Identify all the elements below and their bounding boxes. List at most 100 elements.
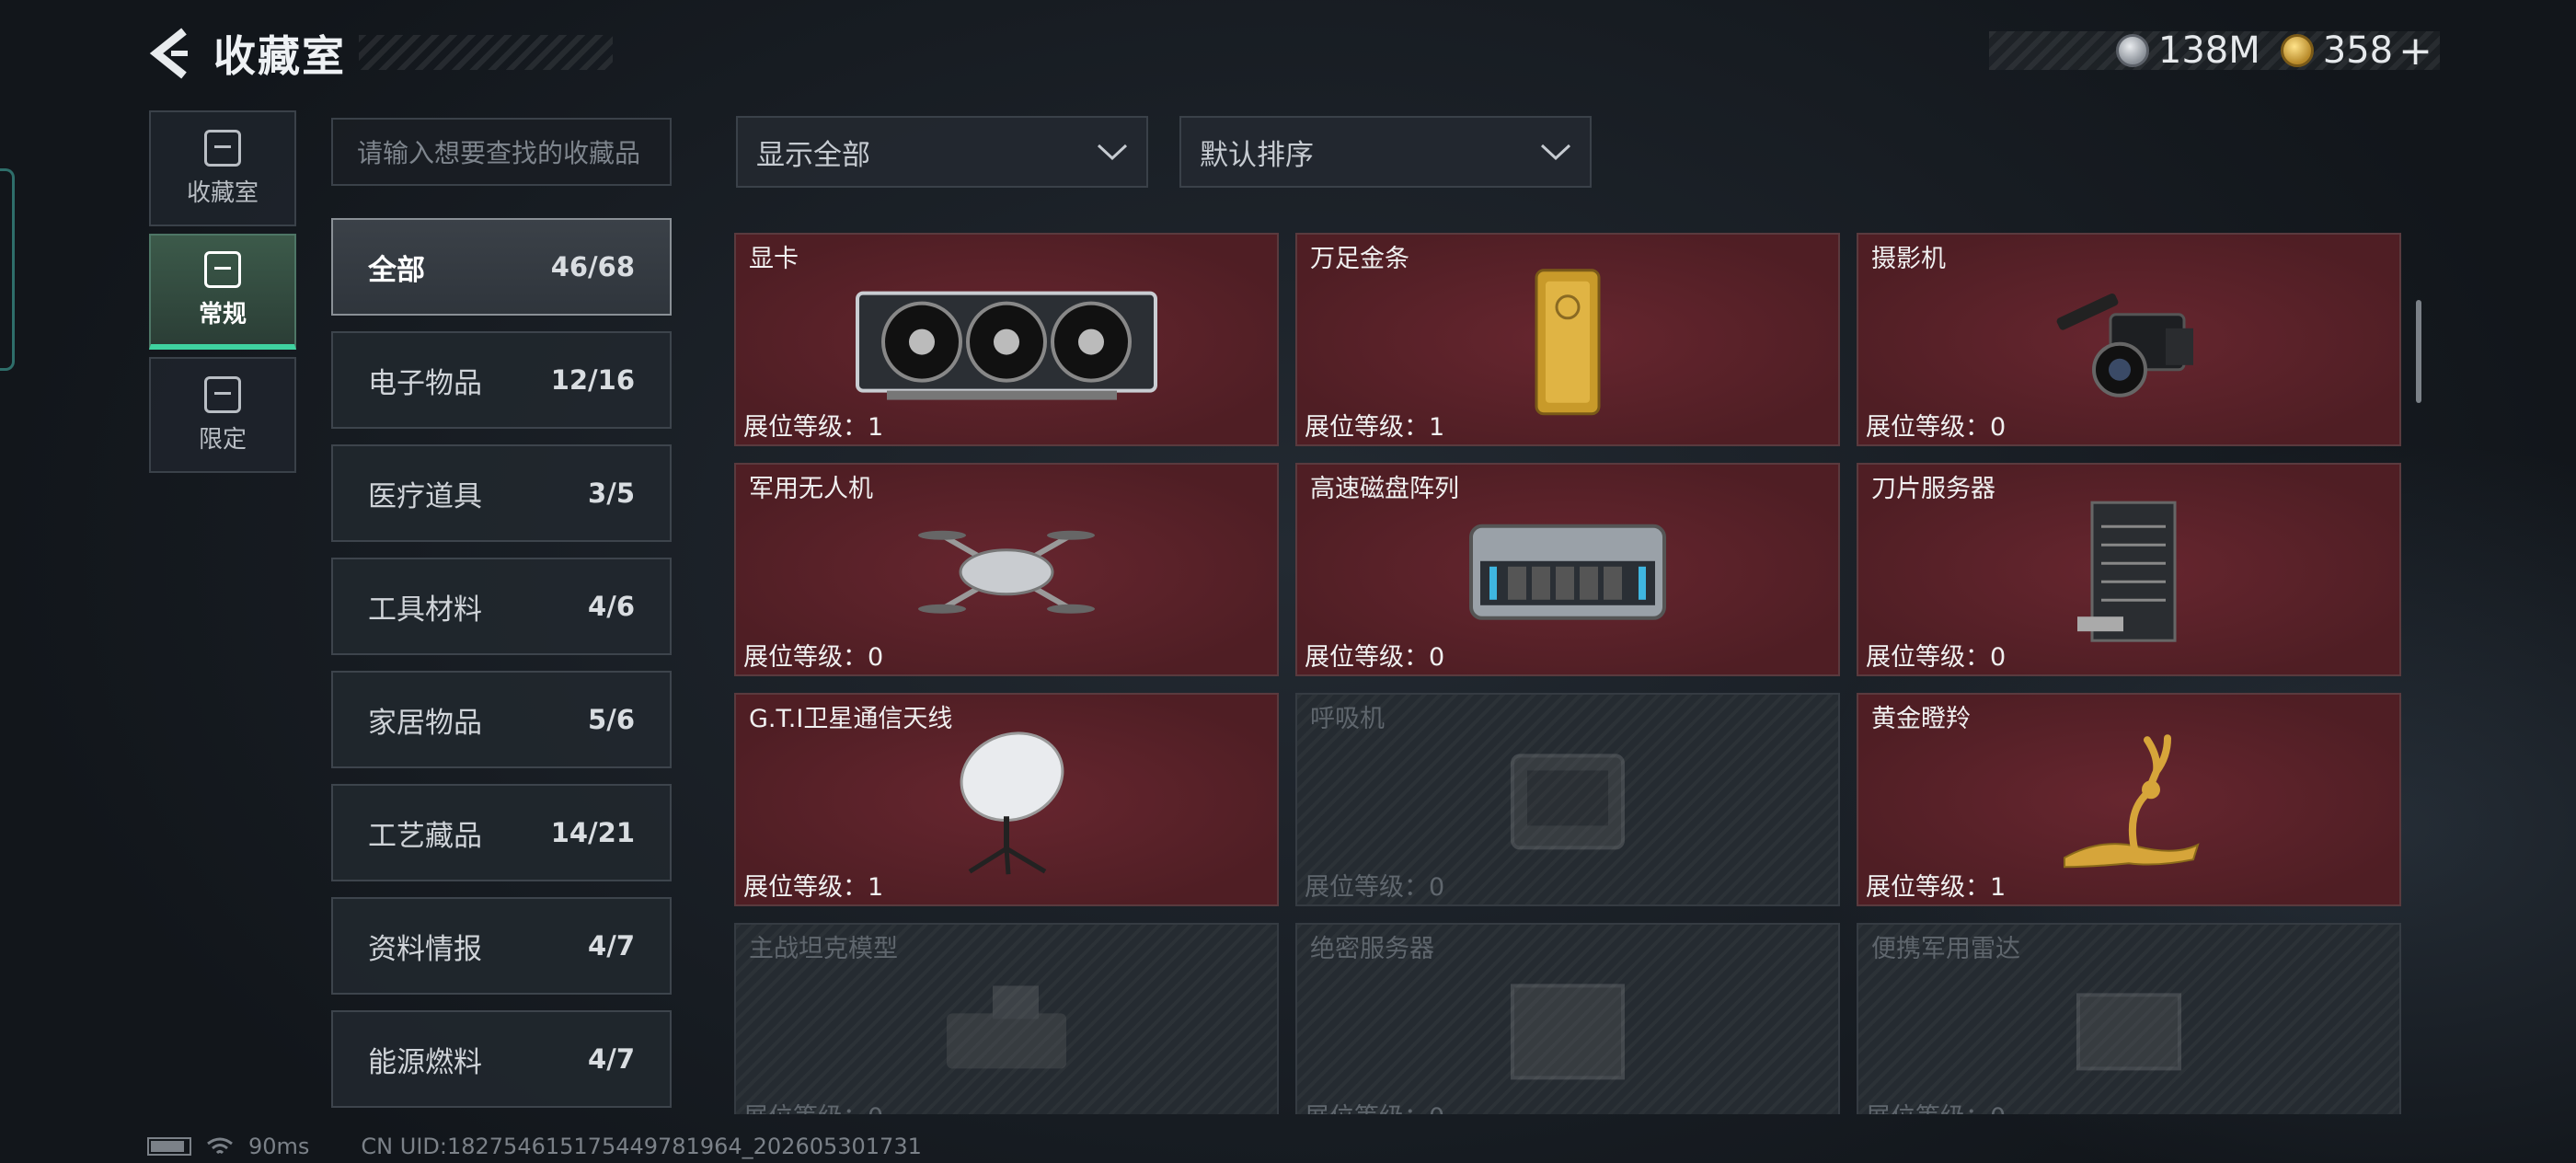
category-item-energy[interactable]: 能源燃料 4/7: [331, 1010, 672, 1108]
nav-collection-room[interactable]: 收藏室: [149, 110, 296, 226]
item-level: 展位等级：1: [743, 873, 884, 902]
user-uid: CN UID:182754615175449781964_20260530173…: [361, 1134, 922, 1159]
gold-currency: 358 +: [2280, 28, 2432, 75]
item-level: 展位等级：1: [1305, 413, 1445, 442]
item-name: 主战坦克模型: [749, 935, 898, 963]
item-card[interactable]: G.T.I卫星通信天线 展位等级：1: [734, 693, 1279, 906]
item-level: 展位等级：1: [1866, 873, 2007, 902]
nav-label: 收藏室: [186, 178, 259, 207]
item-name: 便携军用雷达: [1871, 935, 2020, 963]
category-count: 46/68: [550, 251, 635, 282]
secret-server-icon: [1511, 984, 1625, 1080]
item-name: 刀片服务器: [1871, 475, 1995, 503]
item-card[interactable]: 刀片服务器 展位等级：0: [1857, 463, 2401, 676]
status-footer: 90ms CN UID:182754615175449781964_202605…: [147, 1134, 922, 1159]
radar-icon: [2076, 993, 2181, 1071]
category-item-electronics[interactable]: 电子物品 12/16: [331, 331, 672, 429]
drone-icon: [918, 530, 1095, 614]
item-card[interactable]: 呼吸机 展位等级：0: [1295, 693, 1840, 906]
category-item-medical[interactable]: 医疗道具 3/5: [331, 444, 672, 542]
gold-coin-icon: [2280, 34, 2314, 67]
tank-model-icon: [947, 985, 1066, 1069]
item-name: 万足金条: [1310, 245, 1409, 273]
add-currency-button[interactable]: +: [2398, 28, 2432, 75]
item-card[interactable]: 万足金条 展位等级：1: [1295, 233, 1840, 446]
gpu-icon: [856, 291, 1157, 400]
item-card[interactable]: 显卡 展位等级：1: [734, 233, 1279, 446]
item-name: 军用无人机: [749, 475, 873, 503]
category-item-intel[interactable]: 资料情报 4/7: [331, 897, 672, 995]
category-count: 3/5: [588, 478, 635, 509]
category-item-household[interactable]: 家居物品 5/6: [331, 671, 672, 768]
item-level: 展位等级：1: [743, 413, 884, 442]
category-label: 工具材料: [368, 593, 482, 627]
category-label: 能源燃料: [368, 1045, 482, 1079]
header: 收藏室: [147, 20, 346, 86]
item-level: 展位等级：0: [1305, 873, 1445, 902]
golden-gazelle-icon: [2064, 734, 2200, 869]
item-name: 黄金瞪羚: [1871, 705, 1971, 733]
nav-regular[interactable]: 常规: [149, 234, 296, 350]
search-placeholder: 请输入想要查找的收藏品: [357, 138, 641, 168]
category-count: 14/21: [550, 817, 635, 848]
blade-server-icon: [2077, 501, 2177, 642]
collection-grid: 显卡 展位等级：1 万足金条 展位等级：1 摄影机 展位等级：0 军用无人机 展…: [734, 233, 2401, 1114]
grid-scrollbar[interactable]: [2416, 300, 2421, 403]
item-card[interactable]: 摄影机 展位等级：0: [1857, 233, 2401, 446]
display-filter-dropdown[interactable]: 显示全部: [736, 116, 1148, 188]
item-card[interactable]: 绝密服务器 展位等级：0: [1295, 923, 1840, 1114]
category-item-all[interactable]: 全部 46/68: [331, 218, 672, 316]
collection-nav: 收藏室 常规 限定: [149, 110, 296, 480]
currency-bar: 138M 358 +: [1989, 28, 2440, 75]
nav-label: 常规: [198, 300, 247, 328]
category-label: 全部: [368, 253, 425, 287]
item-level: 展位等级：0: [1305, 643, 1445, 672]
item-name: 摄影机: [1871, 245, 1946, 273]
category-label: 工艺藏品: [368, 819, 482, 853]
collection-room-icon: [204, 129, 241, 167]
silver-currency: 138M: [2115, 29, 2260, 72]
category-label: 资料情报: [368, 932, 482, 966]
item-name: 显卡: [749, 245, 799, 273]
title-decoration: [359, 35, 613, 70]
nav-limited[interactable]: 限定: [149, 357, 296, 473]
limited-icon: [204, 375, 241, 413]
item-level: 展位等级：0: [1866, 413, 2007, 442]
sort-dropdown[interactable]: 默认排序: [1179, 116, 1592, 188]
item-card[interactable]: 便携军用雷达 展位等级：0: [1857, 923, 2401, 1114]
category-label: 家居物品: [368, 706, 482, 740]
chevron-down-icon: [1540, 144, 1571, 161]
item-level: 展位等级：0: [1866, 643, 2007, 672]
category-label: 电子物品: [368, 366, 482, 400]
category-count: 4/6: [588, 591, 635, 622]
wifi-icon: [207, 1137, 233, 1155]
regular-icon: [204, 250, 241, 288]
silver-coin-icon: [2115, 34, 2149, 67]
item-card[interactable]: 军用无人机 展位等级：0: [734, 463, 1279, 676]
nav-label: 限定: [198, 425, 247, 454]
item-name: G.T.I卫星通信天线: [749, 705, 953, 733]
item-name: 绝密服务器: [1310, 935, 1434, 963]
category-count: 4/7: [588, 1043, 635, 1075]
ventilator-icon: [1511, 754, 1625, 850]
item-level: 展位等级：0: [743, 643, 884, 672]
category-item-crafts[interactable]: 工艺藏品 14/21: [331, 784, 672, 881]
category-item-tools[interactable]: 工具材料 4/6: [331, 558, 672, 655]
item-level: 展位等级：0: [1305, 1097, 1444, 1114]
item-card[interactable]: 高速磁盘阵列 展位等级：0: [1295, 463, 1840, 676]
category-list: 全部 46/68 电子物品 12/16 医疗道具 3/5 工具材料 4/6 家居物品 5/…: [331, 218, 672, 1123]
category-count: 4/7: [588, 930, 635, 961]
item-level: 展位等级：0: [1866, 1097, 2006, 1114]
item-card[interactable]: 黄金瞪羚 展位等级：1: [1857, 693, 2401, 906]
camera-icon: [2056, 293, 2193, 397]
gold-bar-icon: [1535, 269, 1601, 416]
item-name: 呼吸机: [1310, 705, 1385, 733]
disk-array-icon: [1469, 524, 1666, 620]
search-input[interactable]: 请输入想要查找的收藏品: [331, 118, 672, 186]
display-filter-value: 显示全部: [756, 138, 870, 172]
category-label: 医疗道具: [368, 479, 482, 513]
chevron-down-icon: [1097, 144, 1128, 161]
item-card[interactable]: 主战坦克模型 展位等级：0: [734, 923, 1279, 1114]
back-arrow-icon[interactable]: [147, 26, 195, 81]
side-drawer-handle[interactable]: [0, 168, 15, 371]
